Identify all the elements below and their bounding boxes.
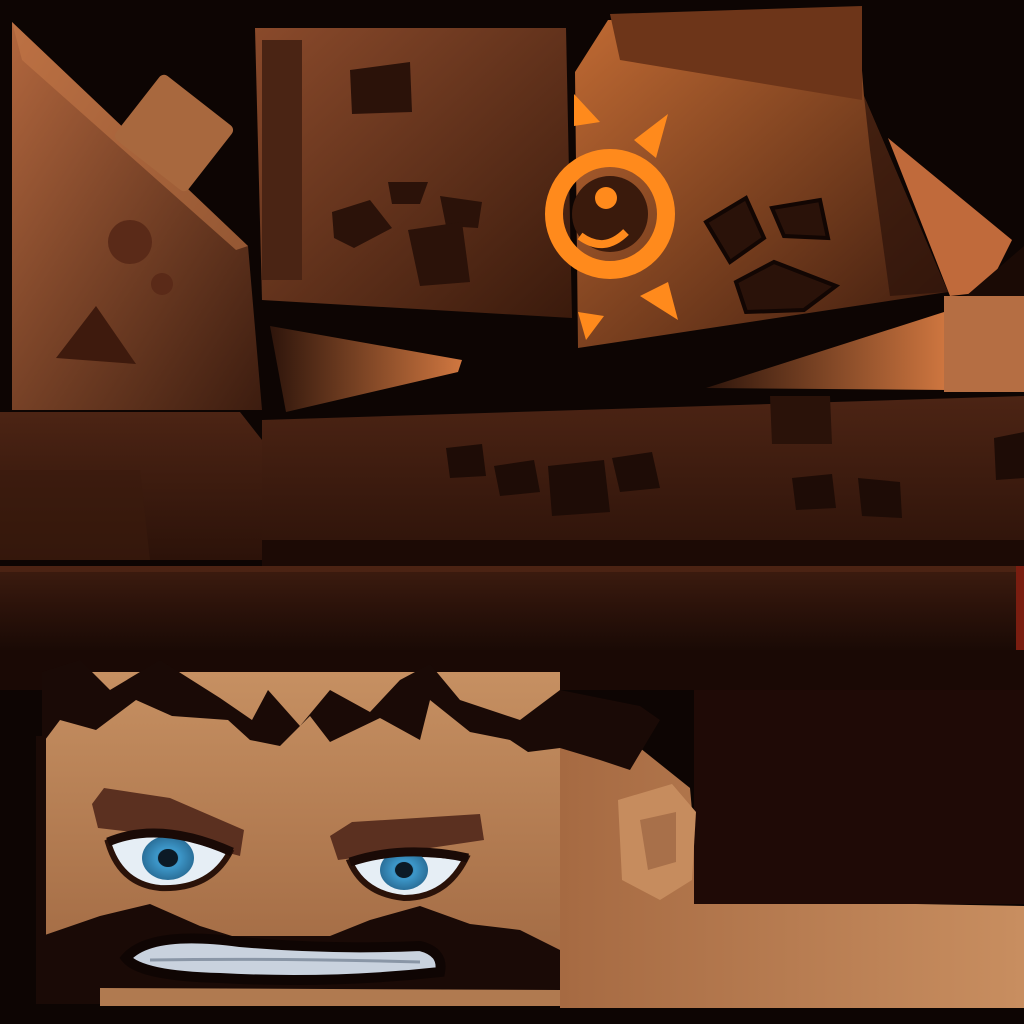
hat-band xyxy=(0,396,1024,566)
crown-panel-middle xyxy=(255,28,572,318)
character-face xyxy=(0,660,1024,1024)
character-texture-scene xyxy=(0,0,1024,1024)
